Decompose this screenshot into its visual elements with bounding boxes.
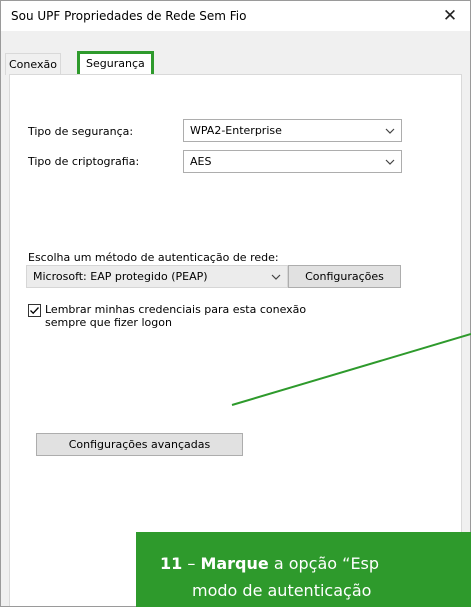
auth-method-value: Microsoft: EAP protegido (PEAP) xyxy=(33,270,208,283)
remember-credentials-checkbox[interactable] xyxy=(28,304,41,317)
auth-method-select[interactable]: Microsoft: EAP protegido (PEAP) xyxy=(26,265,288,288)
title-bar: Sou UPF Propriedades de Rede Sem Fio ✕ xyxy=(1,1,470,31)
tab-strip: Conexão Segurança xyxy=(1,51,470,77)
tab-conexao[interactable]: Conexão xyxy=(5,53,61,75)
advanced-settings-button[interactable]: Configurações avançadas xyxy=(36,433,243,456)
chevron-down-icon xyxy=(385,120,395,141)
check-icon xyxy=(30,307,39,315)
encryption-type-select[interactable]: AES xyxy=(183,150,402,173)
callout-step-number: 11 xyxy=(160,554,183,573)
chevron-down-icon xyxy=(385,151,395,172)
callout-bold-word: Marque xyxy=(200,554,269,573)
callout-line2: modo de autenticação xyxy=(192,581,372,600)
callout-dash: – xyxy=(182,554,201,573)
security-type-label: Tipo de segurança: xyxy=(28,125,134,138)
encryption-type-value: AES xyxy=(190,155,212,168)
callout-line1: 11 – Marque a opção “Esp xyxy=(160,554,379,573)
chevron-down-icon xyxy=(271,266,281,287)
auth-method-label: Escolha um método de autenticação de red… xyxy=(28,251,279,264)
encryption-type-label: Tipo de criptografia: xyxy=(28,155,140,168)
remember-credentials-label-line1: Lembrar minhas credenciais para esta con… xyxy=(45,303,307,316)
remember-credentials-label-line2: sempre que fizer logon xyxy=(45,316,172,329)
close-icon[interactable]: ✕ xyxy=(430,1,470,31)
auth-settings-button[interactable]: Configurações xyxy=(288,265,401,288)
instruction-callout: 11 – Marque a opção “Esp modo de autenti… xyxy=(136,532,471,607)
security-type-value: WPA2-Enterprise xyxy=(190,124,282,137)
window-title: Sou UPF Propriedades de Rede Sem Fio xyxy=(11,9,247,23)
wireless-properties-dialog: Sou UPF Propriedades de Rede Sem Fio ✕ C… xyxy=(0,0,471,607)
security-tab-panel: Tipo de segurança: WPA2-Enterprise Tipo … xyxy=(9,74,462,606)
callout-line1-rest: a opção “Esp xyxy=(268,554,380,573)
security-type-select[interactable]: WPA2-Enterprise xyxy=(183,119,402,142)
